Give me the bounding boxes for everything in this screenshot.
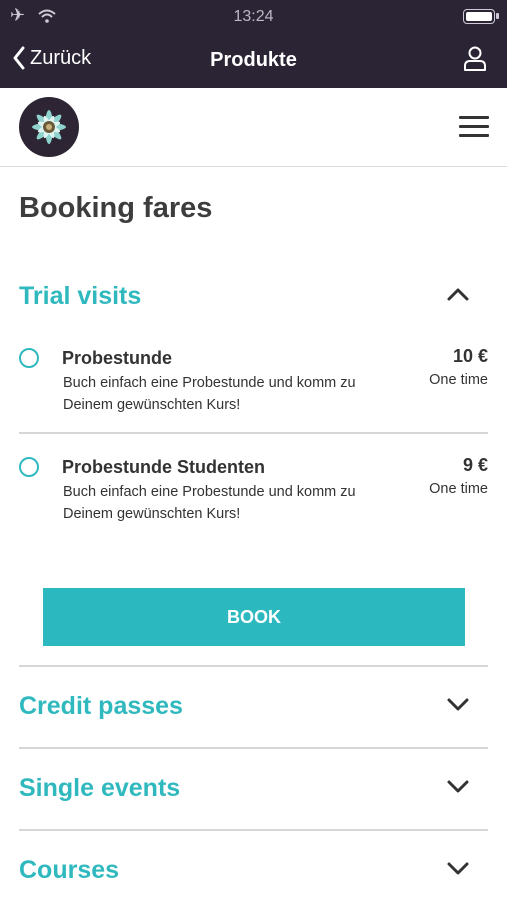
section-header-credit-passes[interactable]: Credit passes bbox=[19, 686, 488, 726]
section-title: Single events bbox=[19, 774, 181, 802]
fare-name: Probestunde Studenten bbox=[62, 457, 266, 477]
divider bbox=[19, 747, 488, 749]
book-button[interactable]: BOOK bbox=[43, 588, 465, 646]
user-account-button[interactable] bbox=[463, 46, 487, 77]
section-title: Credit passes bbox=[19, 692, 183, 720]
divider bbox=[19, 829, 488, 831]
user-icon bbox=[464, 46, 486, 71]
fare-frequency: One time bbox=[429, 481, 488, 497]
chevron-down-icon bbox=[447, 780, 469, 793]
section-header-single-events[interactable]: Single events bbox=[19, 768, 488, 808]
section-header-trial-visits[interactable]: Trial visits bbox=[19, 276, 488, 316]
fare-description: Buch einfach eine Probestunde und komm z… bbox=[63, 484, 356, 522]
fare-option-probestunde[interactable]: Probestunde 10 € Buch einfach eine Probe… bbox=[19, 346, 488, 416]
fare-radio[interactable] bbox=[19, 348, 39, 368]
fare-price: 9 € bbox=[462, 455, 488, 475]
top-bar: ✈ 13:24 Zurück Produkte bbox=[0, 0, 507, 88]
status-bar: ✈ 13:24 bbox=[0, 0, 507, 34]
fare-description: Buch einfach eine Probestunde und komm z… bbox=[63, 375, 356, 413]
divider bbox=[19, 432, 488, 434]
chevron-up-icon bbox=[447, 288, 469, 301]
battery-icon bbox=[463, 9, 499, 24]
nav-bar: Zurück Produkte bbox=[0, 34, 507, 88]
fare-radio[interactable] bbox=[19, 457, 39, 477]
fare-option-probestunde-studenten[interactable]: Probestunde Studenten 9 € Buch einfach e… bbox=[19, 455, 488, 525]
logo-flower[interactable] bbox=[19, 97, 79, 157]
app-header bbox=[0, 88, 507, 167]
page-title: Booking fares bbox=[19, 192, 213, 224]
hamburger-menu-icon[interactable] bbox=[459, 116, 489, 138]
section-title: Trial visits bbox=[19, 282, 142, 310]
fare-price: 10 € bbox=[452, 346, 488, 366]
fare-name: Probestunde bbox=[62, 348, 173, 368]
status-time: 13:24 bbox=[233, 8, 274, 25]
fare-frequency: One time bbox=[429, 372, 488, 388]
section-title: Courses bbox=[19, 856, 120, 884]
divider bbox=[19, 665, 488, 667]
section-header-courses[interactable]: Courses bbox=[19, 850, 488, 890]
nav-title: Produkte bbox=[210, 49, 297, 71]
chevron-down-icon bbox=[447, 698, 469, 711]
chevron-down-icon bbox=[447, 862, 469, 875]
